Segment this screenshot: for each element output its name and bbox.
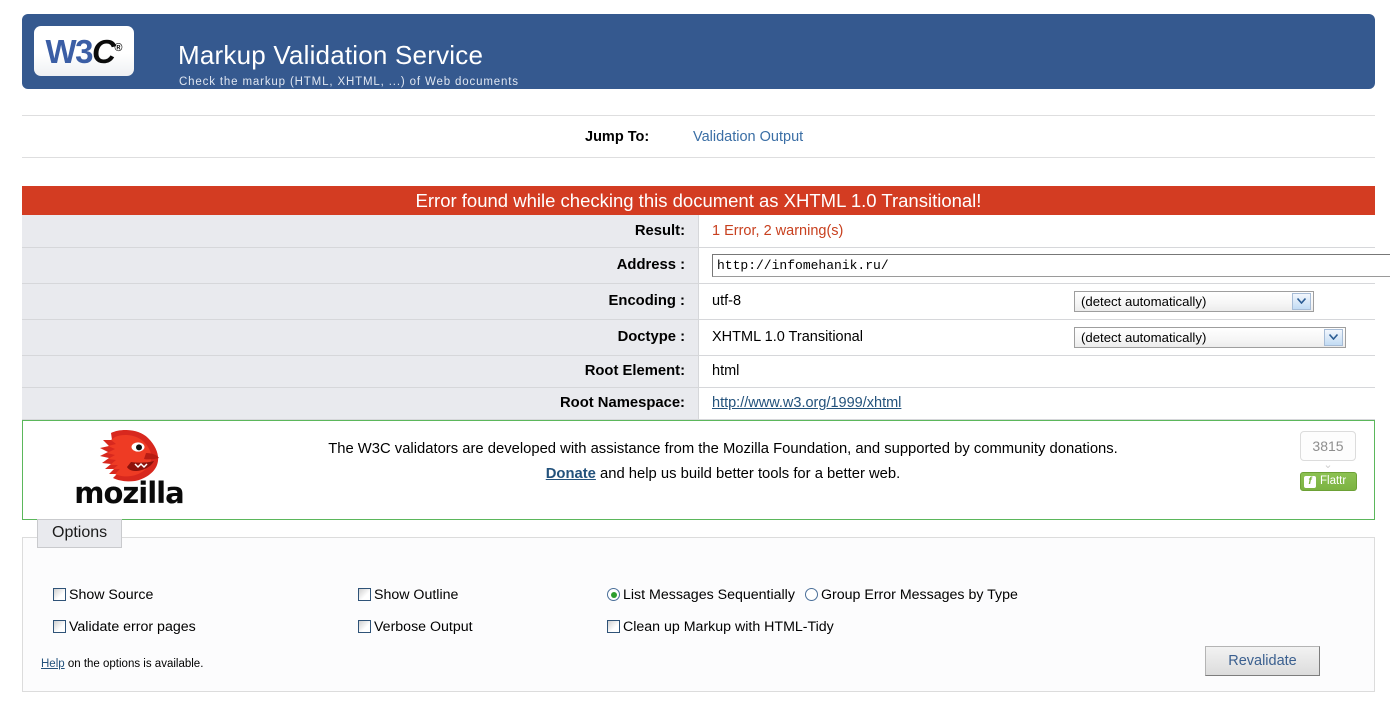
- donation-text-line2: Donate and help us build better tools fo…: [223, 466, 1223, 482]
- root-namespace-link[interactable]: http://www.w3.org/1999/xhtml: [712, 395, 901, 411]
- checkbox-verbose-output[interactable]: [358, 620, 371, 633]
- donation-text-line1: The W3C validators are developed with as…: [328, 441, 1118, 457]
- address-value-cell: [698, 247, 1390, 284]
- option-clean-up-markup-label: Clean up Markup with HTML-Tidy: [623, 619, 834, 635]
- jump-to-validation-output-link[interactable]: Validation Output: [693, 129, 803, 145]
- chevron-down-icon: [1324, 328, 1343, 346]
- option-verbose-output-label: Verbose Output: [374, 619, 473, 635]
- root-element-label: Root Element:: [22, 355, 699, 388]
- option-clean-up-markup[interactable]: Clean up Markup with HTML-Tidy: [607, 619, 834, 635]
- flattr-caret-icon: ⌄: [1323, 459, 1333, 471]
- donation-text-rest: and help us build better tools for a bet…: [595, 466, 901, 482]
- flattr-icon: f: [1304, 475, 1316, 488]
- table-row-address: Address :: [22, 247, 1390, 284]
- mozilla-wordmark: mozilla: [74, 476, 184, 510]
- address-label: Address :: [22, 247, 699, 284]
- options-help-rest: on the options is available.: [64, 658, 204, 670]
- donation-banner: mozilla The W3C validators are developed…: [22, 420, 1375, 520]
- options-fieldset: Options Show Source Show Outline Validat…: [22, 519, 1375, 692]
- flattr-widget: 3815 ⌄ f Flattr: [1300, 431, 1358, 491]
- encoding-label: Encoding :: [22, 283, 699, 320]
- flattr-button-label: Flattr: [1320, 474, 1347, 487]
- table-row-encoding: Encoding : utf-8 (detect automatically): [22, 283, 1375, 320]
- encoding-value-cell: utf-8 (detect automatically): [698, 283, 1375, 320]
- options-legend: Options: [37, 519, 123, 548]
- doctype-select[interactable]: (detect automatically): [1074, 326, 1346, 348]
- option-show-outline[interactable]: Show Outline: [358, 587, 458, 603]
- checkbox-show-source[interactable]: [53, 588, 66, 601]
- radio-group-error-messages-by-type[interactable]: [805, 588, 818, 601]
- jump-to-bar: Jump To: Validation Output: [22, 115, 1375, 158]
- validation-result-table: Error found while checking this document…: [22, 186, 1390, 420]
- mozilla-logo: mozilla: [65, 427, 193, 517]
- donate-link[interactable]: Donate: [546, 466, 596, 482]
- w3c-logo[interactable]: W3C®: [34, 26, 134, 76]
- option-show-outline-label: Show Outline: [374, 587, 459, 603]
- options-help-line: Help on the options is available.: [41, 658, 203, 670]
- page-root: W3C® Markup Validation Service Check the…: [0, 0, 1390, 703]
- encoding-select-value: (detect automatically): [1081, 293, 1207, 309]
- registered-trademark-icon: ®: [114, 41, 123, 54]
- option-list-messages-sequentially[interactable]: List Messages Sequentially: [607, 587, 795, 603]
- flattr-button[interactable]: f Flattr: [1300, 472, 1357, 491]
- root-namespace-value-cell: http://www.w3.org/1999/xhtml: [698, 387, 1375, 420]
- result-label: Result:: [22, 215, 699, 248]
- revalidate-button[interactable]: Revalidate: [1205, 646, 1320, 676]
- doctype-value: XHTML 1.0 Transitional: [712, 329, 863, 345]
- radio-list-messages-sequentially[interactable]: [607, 588, 620, 601]
- jump-to-label: Jump To:: [585, 129, 650, 145]
- table-row-root-namespace: Root Namespace: http://www.w3.org/1999/x…: [22, 387, 1375, 420]
- option-validate-error-pages-label: Validate error pages: [69, 619, 196, 635]
- checkbox-clean-up-markup[interactable]: [607, 620, 620, 633]
- doctype-select-value: (detect automatically): [1081, 329, 1207, 345]
- option-group-error-messages-by-type-label: Group Error Messages by Type: [821, 587, 1018, 603]
- encoding-select[interactable]: (detect automatically): [1074, 290, 1314, 312]
- page-subtitle: Check the markup (HTML, XHTML, ...) of W…: [179, 76, 519, 88]
- options-help-link[interactable]: Help: [41, 658, 65, 670]
- table-row-result: Result: 1 Error, 2 warning(s): [22, 215, 1375, 248]
- table-row-banner: Error found while checking this document…: [22, 186, 1375, 215]
- doctype-value-cell: XHTML 1.0 Transitional (detect automatic…: [698, 319, 1375, 356]
- checkbox-show-outline[interactable]: [358, 588, 371, 601]
- w3c-logo-text: W3C®: [46, 35, 123, 68]
- address-input[interactable]: [712, 253, 1390, 277]
- page-title: Markup Validation Service: [178, 40, 484, 70]
- w3c-logo-c: C: [92, 32, 116, 70]
- root-element-value-cell: html: [698, 355, 1375, 388]
- table-row-doctype: Doctype : XHTML 1.0 Transitional (detect…: [22, 319, 1375, 356]
- site-header: W3C® Markup Validation Service Check the…: [22, 14, 1375, 89]
- chevron-down-icon: [1292, 292, 1311, 310]
- option-verbose-output[interactable]: Verbose Output: [358, 619, 473, 635]
- option-show-source[interactable]: Show Source: [53, 587, 153, 603]
- option-show-source-label: Show Source: [69, 587, 154, 603]
- result-error-count: 1 Error, 2 warning(s): [712, 222, 844, 239]
- option-group-error-messages-by-type[interactable]: Group Error Messages by Type: [805, 587, 1018, 603]
- option-validate-error-pages[interactable]: Validate error pages: [53, 619, 196, 635]
- flattr-count[interactable]: 3815: [1300, 431, 1356, 461]
- result-value-cell: 1 Error, 2 warning(s): [698, 215, 1375, 248]
- table-row-root-element: Root Element: html: [22, 355, 1375, 388]
- checkbox-validate-error-pages[interactable]: [53, 620, 66, 633]
- option-list-messages-sequentially-label: List Messages Sequentially: [623, 587, 795, 603]
- encoding-value: utf-8: [712, 293, 742, 309]
- error-banner: Error found while checking this document…: [22, 186, 1375, 215]
- w3c-logo-w3: W3: [45, 32, 94, 70]
- doctype-label: Doctype :: [22, 319, 699, 356]
- root-namespace-label: Root Namespace:: [22, 387, 699, 420]
